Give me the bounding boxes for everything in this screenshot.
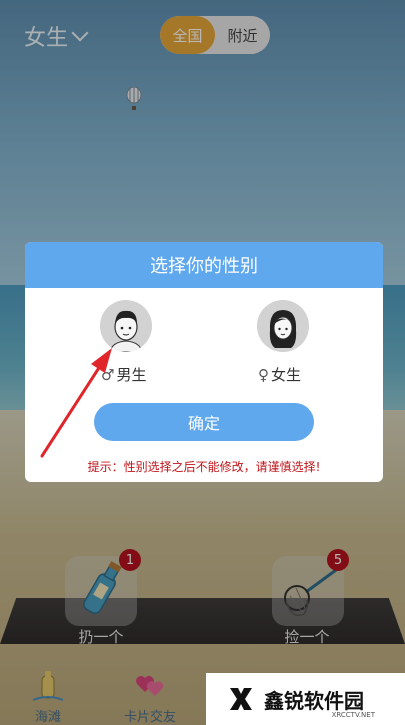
dialog-hint: 提示：性别选择之后不能修改，请谨慎选择! <box>87 460 321 474</box>
female-avatar-icon <box>257 300 309 352</box>
watermark: 鑫锐软件园 XRCCTV.NET <box>206 673 405 725</box>
female-label: 女生 <box>271 366 302 384</box>
female-option[interactable]: ♀ 女生 <box>258 364 301 385</box>
confirm-button[interactable]: 确定 <box>94 403 314 441</box>
male-option[interactable]: ♂ 男生 <box>101 364 146 385</box>
gender-select-dialog: 选择你的性别 ♂ 男生 ♀ 女生 确定 提示：性别选择之后不能修改，请谨慎选择! <box>25 242 383 482</box>
watermark-sub: XRCCTV.NET <box>331 711 375 719</box>
male-label: 男生 <box>116 366 147 384</box>
dialog-title: 选择你的性别 <box>25 242 383 288</box>
male-avatar[interactable] <box>100 300 152 352</box>
female-symbol-icon: ♀ <box>258 365 269 384</box>
male-avatar-icon <box>100 300 152 352</box>
watermark-text: 鑫锐软件园 <box>264 688 364 713</box>
male-symbol-icon: ♂ <box>101 365 115 384</box>
watermark-logo-icon <box>230 688 252 710</box>
female-avatar[interactable] <box>257 300 309 352</box>
